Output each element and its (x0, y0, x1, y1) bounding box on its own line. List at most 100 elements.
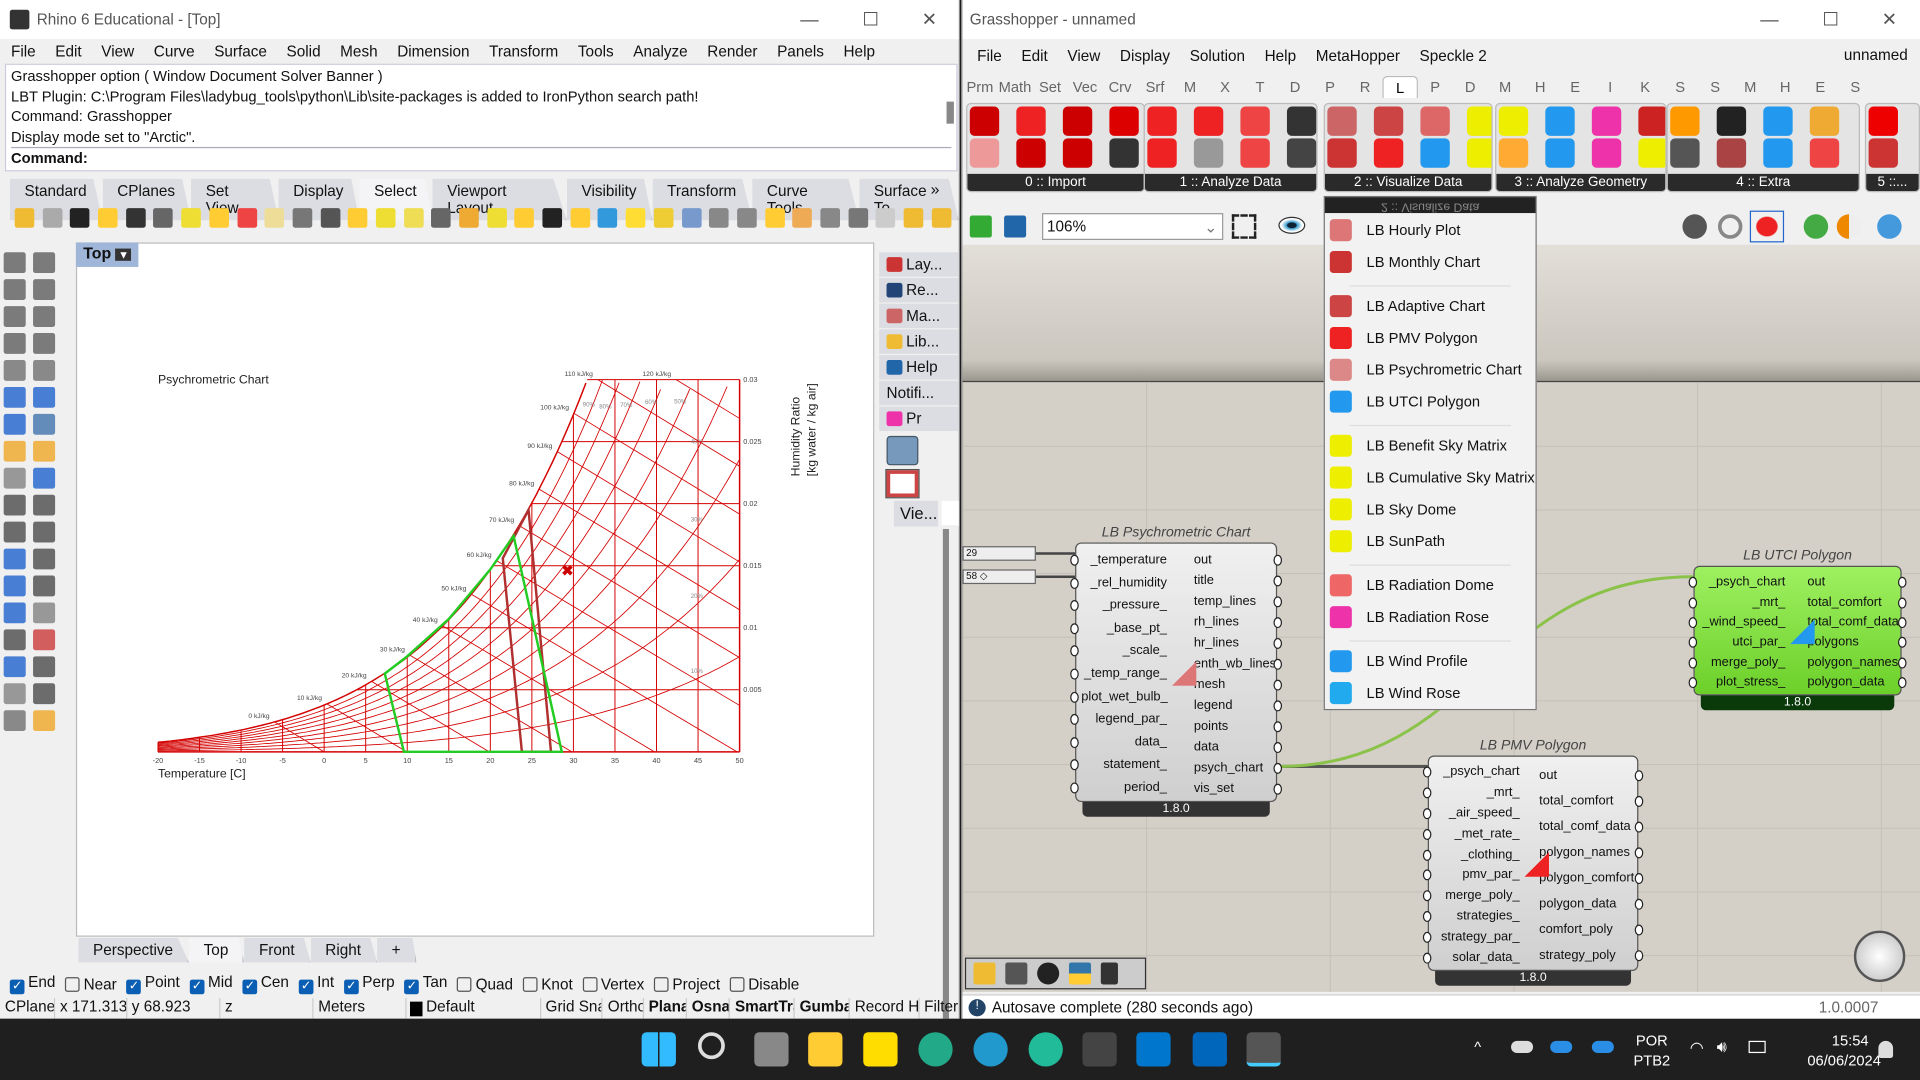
menu-item-lb-monthly-chart[interactable]: LB Monthly Chart (1325, 247, 1536, 276)
input-port[interactable] (1688, 616, 1698, 628)
component-icon[interactable] (1109, 138, 1139, 168)
component-icon[interactable] (1809, 106, 1840, 136)
input-port[interactable] (1070, 555, 1079, 567)
navigation-compass[interactable] (1853, 930, 1906, 983)
status-meters[interactable]: Meters (313, 997, 407, 1019)
select-tool-icon[interactable] (820, 208, 840, 228)
output-param[interactable]: polygon_names (1539, 842, 1630, 862)
gh-menu-edit[interactable]: Edit (1012, 48, 1058, 65)
menu-item-lb-radiation-rose[interactable]: LB Radiation Rose (1325, 602, 1536, 631)
preview-selected-icon[interactable] (1749, 210, 1785, 243)
input-port[interactable] (1688, 576, 1698, 588)
input-param[interactable]: legend_par_ (1081, 709, 1166, 729)
modeling-tool-icon[interactable] (33, 710, 56, 732)
input-param[interactable]: _met_rate_ (1434, 824, 1520, 844)
gh-menu-display[interactable]: Display (1110, 48, 1180, 65)
output-param[interactable]: temp_lines (1194, 591, 1256, 611)
output-param[interactable]: total_comf_data (1539, 816, 1630, 836)
output-param[interactable]: mesh (1194, 674, 1225, 694)
viewport-tab-front[interactable]: Front (244, 937, 311, 963)
panel-tab-3[interactable]: Lib... (879, 329, 959, 354)
output-param[interactable]: polygon_data (1807, 672, 1884, 692)
output-port[interactable] (1634, 872, 1644, 884)
select-tool-icon[interactable] (959, 208, 960, 228)
component-icon[interactable] (1373, 106, 1404, 136)
output-param[interactable]: polygon_comfort (1539, 868, 1634, 888)
ladybug-icon[interactable] (973, 962, 996, 985)
output-port[interactable] (1273, 783, 1283, 795)
input-param[interactable]: _rel_humidity (1081, 573, 1166, 593)
output-port[interactable] (1634, 846, 1644, 858)
input-port[interactable] (1070, 600, 1079, 612)
menu-item-lb-adaptive-chart[interactable]: LB Adaptive Chart (1325, 291, 1536, 320)
viewport-label[interactable]: Top ▼ (75, 242, 139, 267)
chevron-down-icon[interactable]: ▼ (115, 249, 132, 261)
status-ortho[interactable]: Ortho (603, 997, 644, 1019)
gh-tab-s[interactable]: S (1698, 76, 1733, 98)
component-icon[interactable] (1420, 138, 1450, 168)
gh-tab-r[interactable]: R (1348, 76, 1383, 98)
start-icon[interactable] (641, 1032, 676, 1067)
component-icon[interactable] (1193, 106, 1224, 136)
checkbox[interactable]: ✓ (9, 979, 25, 995)
battery-icon[interactable] (1748, 1040, 1766, 1054)
sticky-notes-icon[interactable] (863, 1032, 898, 1067)
output-port[interactable] (1897, 676, 1907, 688)
pmv-component[interactable]: _psych_chart _mrt_ _air_speed_ _met_rate_ _c… (1422, 755, 1644, 972)
component-icon[interactable] (969, 106, 1000, 136)
output-param[interactable]: vis_set (1194, 778, 1234, 798)
input-param[interactable]: merge_poly_ (1700, 652, 1785, 672)
viewport-tab-right[interactable]: Right (310, 937, 377, 963)
gh-menu-file[interactable]: File (967, 48, 1011, 65)
status-osnap[interactable]: Osnap (687, 997, 731, 1019)
gh-tab-set[interactable]: Set (1032, 76, 1067, 98)
open-file-icon[interactable] (969, 215, 992, 238)
output-port[interactable] (1897, 596, 1907, 608)
download-icon[interactable] (1005, 962, 1028, 985)
input-port[interactable] (1422, 849, 1432, 861)
checkbox[interactable]: ✓ (404, 979, 420, 995)
input-param[interactable]: period_ (1081, 777, 1167, 797)
top-viewport[interactable]: -20 -15 -10 -5 0 5 10 15 20 25 30 35 40 45 50 0.005 0.01… (75, 242, 875, 937)
input-port[interactable] (1070, 691, 1079, 703)
component-icon[interactable] (1286, 138, 1317, 168)
preview-eye-icon[interactable] (1278, 216, 1306, 234)
status-record-histo[interactable]: Record Histo (850, 997, 920, 1019)
input-param[interactable]: _clothing_ (1434, 844, 1520, 864)
component-icon[interactable] (1868, 106, 1898, 136)
preview-material-icon[interactable] (1836, 214, 1862, 239)
gh-tab-x[interactable]: X (1208, 76, 1243, 98)
gh-tab-k[interactable]: K (1628, 76, 1663, 98)
file-explorer-icon[interactable] (808, 1032, 843, 1067)
gh-tab-crv[interactable]: Crv (1103, 76, 1138, 98)
component-icon[interactable] (969, 138, 1000, 168)
input-param[interactable]: utci_par_ (1700, 632, 1785, 652)
checkbox[interactable]: ✓ (298, 979, 314, 995)
panel-tab-6[interactable]: Pr (879, 406, 959, 432)
gh-menu-view[interactable]: View (1058, 48, 1111, 65)
temperature-slider[interactable]: 29 (962, 546, 1036, 561)
input-param[interactable]: strategies_ (1434, 906, 1520, 926)
menu-item-lb-psychrometric-chart[interactable]: LB Psychrometric Chart (1325, 355, 1536, 384)
checkbox[interactable] (582, 976, 598, 992)
panel-label[interactable]: 5 ::... (1866, 173, 1919, 192)
output-param[interactable]: title (1194, 570, 1214, 590)
component-icon[interactable] (1240, 106, 1270, 136)
status-default[interactable]: Default (406, 997, 541, 1019)
panel-label[interactable]: 2 :: Visualize Data (1324, 173, 1492, 192)
input-param[interactable]: _mrt_ (1700, 592, 1785, 612)
language-indicator[interactable]: POR PTB2 (1633, 1031, 1670, 1070)
component-icon[interactable] (1763, 106, 1793, 136)
input-port[interactable] (1070, 759, 1079, 771)
gh-tab-m[interactable]: M (1173, 76, 1208, 98)
input-port[interactable] (1070, 645, 1079, 657)
input-param[interactable]: plot_wet_bulb_ (1081, 686, 1167, 706)
maximize-button[interactable]: ☐ (842, 0, 898, 39)
output-port[interactable] (1634, 923, 1644, 935)
gh-tab-d[interactable]: D (1453, 76, 1488, 98)
output-param[interactable]: comfort_poly (1539, 919, 1613, 939)
input-port[interactable] (1688, 656, 1698, 668)
component-icon[interactable] (1062, 106, 1093, 136)
component-icon[interactable] (1716, 138, 1747, 168)
output-param[interactable]: total_comf_data (1807, 612, 1898, 632)
